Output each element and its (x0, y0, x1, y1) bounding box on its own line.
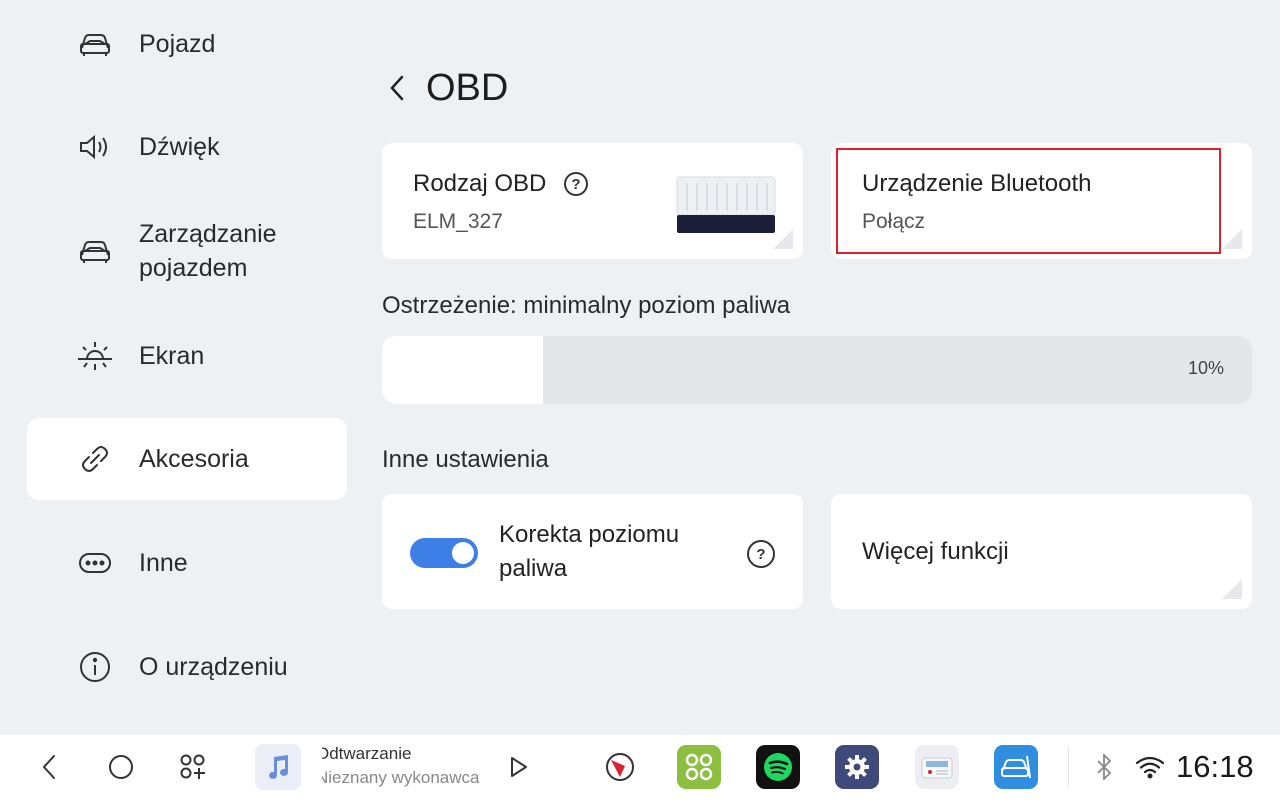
corner-indicator (773, 229, 793, 249)
home-icon[interactable] (101, 747, 141, 787)
sidebar-item-about[interactable]: O urządzeniu (27, 626, 347, 708)
sidebar-item-label: Inne (139, 549, 188, 577)
sidebar-item-label: Dźwięk (139, 133, 220, 161)
taskbar: Odtwarzanie Nieznany wykonawca 16:18 (0, 735, 1280, 800)
slider-value: 10% (1187, 358, 1224, 378)
navigation-app-icon[interactable] (598, 745, 642, 789)
media-info[interactable]: Odtwarzanie Nieznany wykonawca (322, 744, 482, 788)
radio-app-icon[interactable] (915, 745, 959, 789)
clock: 16:18 (1176, 749, 1254, 784)
fuel-correction-card: Korekta poziomu paliwa ? (382, 494, 803, 609)
sidebar-item-vehicle-management[interactable]: Zarządzanie pojazdem (27, 210, 347, 292)
bluetooth-icon[interactable] (1084, 747, 1124, 787)
music-note-icon[interactable] (255, 744, 301, 790)
obd-type-value: ELM_327 (413, 210, 503, 233)
sidebar-item-label: Ekran (139, 342, 205, 370)
wifi-icon[interactable] (1130, 747, 1170, 787)
other-settings-label: Inne ustawienia (382, 446, 549, 473)
brightness-icon (77, 338, 113, 374)
spotify-app-icon[interactable] (756, 745, 800, 789)
launcher-app-icon[interactable] (677, 745, 721, 789)
car-icon (77, 26, 113, 62)
back-icon[interactable] (382, 68, 412, 108)
obd-device-image (672, 173, 782, 242)
sidebar: Pojazd Dźwięk Zarządzanie pojazdem Ekran… (0, 0, 360, 735)
info-icon (77, 649, 113, 685)
sidebar-item-sound[interactable]: Dźwięk (27, 106, 347, 188)
fuel-correction-toggle[interactable] (410, 538, 478, 568)
more-icon (77, 545, 113, 581)
link-icon (77, 441, 113, 477)
page-title: OBD (426, 66, 509, 109)
play-icon[interactable] (499, 747, 539, 787)
fuel-correction-label: Korekta poziomu paliwa (499, 521, 680, 582)
fuel-level-slider[interactable]: 10% (382, 336, 1252, 404)
back-nav-icon[interactable] (29, 747, 69, 787)
selection-highlight (836, 148, 1221, 254)
corner-indicator (1222, 579, 1242, 599)
media-title: Odtwarzanie (322, 744, 412, 763)
fuel-warning-label: Ostrzeżenie: minimalny poziom paliwa (382, 292, 791, 319)
sidebar-item-vehicle[interactable]: Pojazd (27, 3, 347, 85)
sidebar-item-label: Akcesoria (139, 445, 249, 473)
car-manage-icon (77, 233, 113, 269)
apps-icon[interactable] (173, 747, 213, 787)
sidebar-item-accessories[interactable]: Akcesoria (27, 418, 347, 500)
page-header: OBD (382, 62, 508, 114)
slider-fill (382, 336, 543, 404)
obd-type-title: Rodzaj OBD (413, 170, 547, 197)
help-icon[interactable]: ? (747, 540, 775, 568)
speaker-icon (77, 129, 113, 165)
more-functions-label: Więcej funkcji (862, 538, 1009, 565)
settings-app-icon[interactable] (835, 745, 879, 789)
taskbar-divider (1068, 747, 1069, 787)
media-artist: Nieznany wykonawca (322, 768, 480, 787)
more-functions-card[interactable]: Więcej funkcji (831, 494, 1252, 609)
obd-type-card[interactable]: Rodzaj OBD ? ELM_327 (382, 143, 803, 259)
help-icon[interactable]: ? (564, 172, 588, 196)
corner-indicator (1222, 229, 1242, 249)
toggle-knob (452, 542, 474, 564)
car-service-app-icon[interactable] (994, 745, 1038, 789)
sidebar-item-label: Pojazd (139, 30, 216, 58)
sidebar-item-label: O urządzeniu (139, 653, 288, 681)
sidebar-item-screen[interactable]: Ekran (27, 315, 347, 397)
sidebar-item-other[interactable]: Inne (27, 522, 347, 604)
sidebar-item-label: Zarządzanie pojazdem (139, 220, 277, 282)
